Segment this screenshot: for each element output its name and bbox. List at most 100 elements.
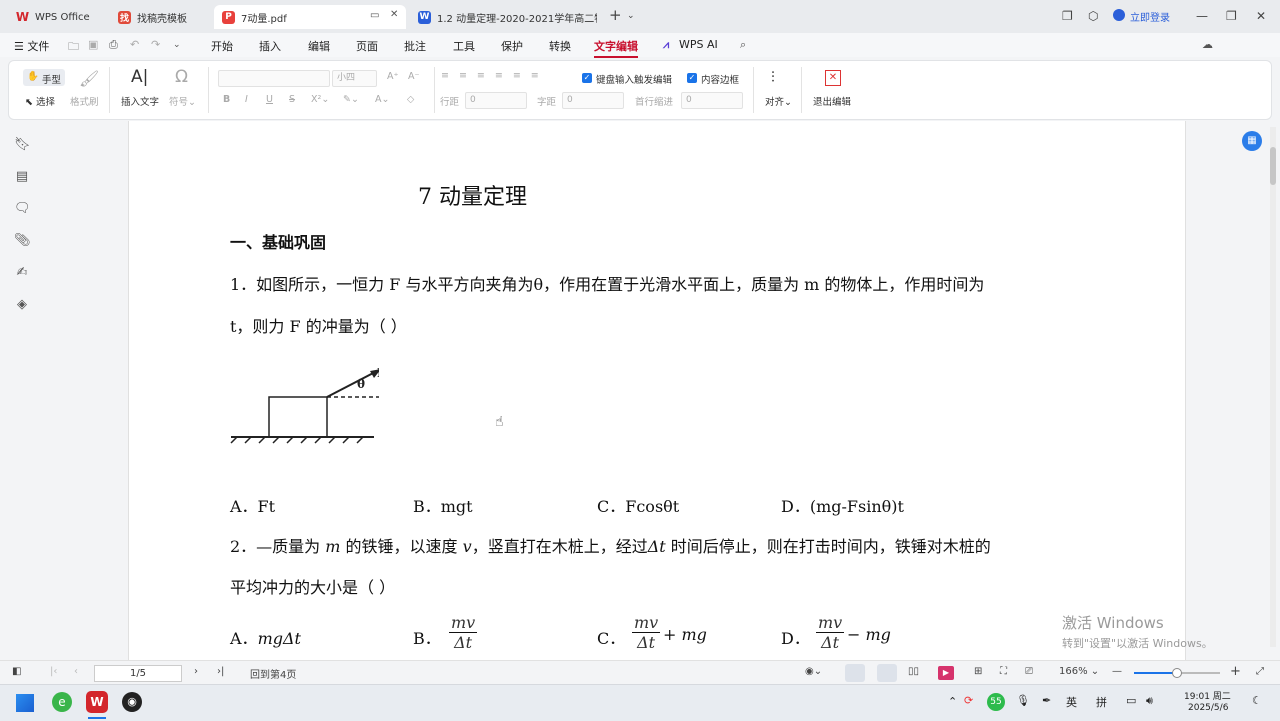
last-page-icon[interactable]: ›| <box>217 666 224 677</box>
signature-icon[interactable]: ✍︎ <box>14 265 30 281</box>
save-icon[interactable]: ▣ <box>88 38 98 51</box>
clock-date[interactable]: 2025/5/6 <box>1188 703 1228 713</box>
cloud-upload-icon[interactable]: ☁ <box>1202 38 1213 51</box>
fullscreen-icon[interactable]: ⤢ <box>1256 666 1264 677</box>
first-page-icon[interactable]: |‹ <box>50 666 57 677</box>
scrollbar-thumb[interactable] <box>1270 147 1276 185</box>
single-page-view-icon[interactable] <box>845 664 865 682</box>
align-button[interactable]: 对齐⌄ <box>765 94 792 108</box>
redo-icon[interactable]: ↷ <box>151 38 160 51</box>
menu-comment[interactable]: 批注 <box>404 38 426 54</box>
window-mode-icon[interactable]: ▭ <box>370 10 379 21</box>
italic-icon[interactable]: I <box>245 94 248 105</box>
menu-tools[interactable]: 工具 <box>453 38 475 54</box>
wps-taskbar-icon[interactable]: W <box>86 691 108 713</box>
undo-icon[interactable]: ↶ <box>130 38 139 51</box>
close-window-icon[interactable]: ✕ <box>1256 9 1266 23</box>
clock-time[interactable]: 19:01 周二 <box>1184 689 1231 702</box>
display-icon[interactable]: ▭ <box>1126 694 1136 707</box>
menu-start[interactable]: 开始 <box>211 38 233 54</box>
tray-expand-icon[interactable]: ⌃ <box>948 695 957 708</box>
play-icon[interactable]: ▶ <box>938 666 954 680</box>
format-brush-button[interactable]: 格式刷 <box>70 94 99 108</box>
menu-insert[interactable]: 插入 <box>259 38 281 54</box>
login-link[interactable]: 立即登录 <box>1130 9 1170 24</box>
continuous-view-icon[interactable] <box>877 664 897 682</box>
ime-mode[interactable]: 拼 <box>1096 694 1107 710</box>
bookmark-icon[interactable]: 🔖︎ <box>14 137 31 153</box>
char-spacing-input[interactable]: 0 <box>562 92 624 109</box>
close-tab-icon[interactable]: ✕ <box>390 9 398 20</box>
insert-text-button[interactable]: 插入文字 <box>121 94 159 108</box>
ime-language[interactable]: 英 <box>1066 694 1077 710</box>
menu-page[interactable]: 页面 <box>356 38 378 54</box>
hand-tool-button[interactable]: ✋ 手型 <box>23 69 65 86</box>
cube-icon[interactable]: ⬡ <box>1088 9 1098 23</box>
microphone-icon[interactable]: 🎙︎ <box>1016 694 1030 707</box>
menu-convert[interactable]: 转换 <box>549 38 571 54</box>
sync-icon[interactable]: ⟳ <box>964 694 973 707</box>
volume-icon[interactable]: 🔊︎ <box>1146 694 1153 708</box>
content-border-checkbox[interactable]: ✓ <box>687 73 697 83</box>
select-tool-button[interactable]: ⬉ 选择 <box>25 94 55 108</box>
tab-wps-office[interactable]: W WPS Office <box>8 5 104 29</box>
assistant-icon[interactable]: ▦ <box>1242 131 1262 151</box>
search-icon[interactable]: ⌕ <box>740 38 746 52</box>
screenshot-icon[interactable]: ⎚ <box>1025 666 1033 677</box>
open-folder-icon[interactable]: 🗀 <box>68 38 79 57</box>
zoom-slider-thumb[interactable] <box>1172 668 1182 678</box>
line-spacing-input[interactable]: 0 <box>465 92 527 109</box>
page-number-input[interactable]: 1/5 <box>94 665 182 682</box>
font-size-select[interactable]: 小四 <box>332 70 377 87</box>
recorder-app-icon[interactable]: ◉ <box>122 692 142 712</box>
browser-icon[interactable]: e <box>52 692 72 712</box>
menu-protect[interactable]: 保护 <box>501 38 523 54</box>
exit-edit-button[interactable]: 退出编辑 <box>813 94 851 108</box>
prev-page-icon[interactable]: ‹ <box>74 666 78 677</box>
thumbnail-icon[interactable]: ▤ <box>14 169 30 185</box>
symbol-button[interactable]: 符号⌄ <box>169 94 196 108</box>
font-name-select[interactable] <box>218 70 330 87</box>
pen-icon[interactable]: ✒ <box>1042 694 1051 707</box>
menu-file[interactable]: ☰ 文件 <box>14 38 49 54</box>
goto-page-link[interactable]: 回到第4页 <box>250 666 296 681</box>
menu-text-edit[interactable]: 文字编辑 <box>594 38 638 58</box>
next-page-icon[interactable]: › <box>194 666 198 677</box>
fit-width-icon[interactable]: ⊞ <box>974 666 982 677</box>
maximize-icon[interactable]: ❐ <box>1226 9 1237 23</box>
restore-window-icon[interactable]: ❐ <box>1062 9 1073 23</box>
badge-icon[interactable]: 55 <box>987 693 1005 711</box>
indent-input[interactable]: 0 <box>681 92 743 109</box>
font-color-icon[interactable]: A⌄ <box>375 94 389 105</box>
tab-pdf-document[interactable]: P 7动量.pdf ▭ ✕ <box>214 5 406 29</box>
highlight-icon[interactable]: ✎⌄ <box>343 94 359 105</box>
strikethrough-icon[interactable]: S <box>289 94 295 105</box>
fit-page-icon[interactable]: ⛶ <box>1000 666 1007 677</box>
minimize-icon[interactable]: — <box>1196 9 1208 23</box>
menu-edit[interactable]: 编辑 <box>308 38 330 54</box>
comment-icon[interactable]: 🗨︎ <box>14 201 31 217</box>
vertical-scrollbar[interactable] <box>1270 127 1276 647</box>
new-tab-icon[interactable]: + <box>609 6 622 24</box>
start-menu-icon[interactable] <box>16 694 34 712</box>
superscript-icon[interactable]: X²⌄ <box>311 94 329 105</box>
eye-icon[interactable]: ◉⌄ <box>805 666 822 677</box>
tab-template[interactable]: 找 找稿壳模板 <box>110 5 210 29</box>
shrink-font-icon[interactable]: A⁻ <box>408 71 420 82</box>
layers-icon[interactable]: ◈ <box>14 297 30 313</box>
zoom-out-icon[interactable]: — <box>1112 666 1122 677</box>
bold-icon[interactable]: B <box>223 94 230 105</box>
kb-trigger-checkbox[interactable]: ✓ <box>582 73 592 83</box>
double-page-icon[interactable]: ▯▯ <box>908 666 919 677</box>
underline-icon[interactable]: U <box>266 94 273 105</box>
toggle-sidebar-icon[interactable]: ◧ <box>12 666 21 677</box>
print-icon[interactable]: ⎙ <box>109 38 118 52</box>
more-chevron-icon[interactable]: ⌄ <box>173 40 181 50</box>
notification-icon[interactable]: ☾ <box>1252 694 1262 707</box>
tab-word-document[interactable]: W 1.2 动量定理-2020-2021学年高二物 <box>410 5 602 29</box>
grow-font-icon[interactable]: A⁺ <box>387 71 399 82</box>
attachment-icon[interactable]: 📎︎ <box>14 233 31 249</box>
eraser-icon[interactable]: ◇ <box>407 94 414 105</box>
zoom-level-select[interactable]: 166% ⌄ <box>1059 666 1099 677</box>
menu-wps-ai[interactable]: WPS AI <box>679 38 718 51</box>
